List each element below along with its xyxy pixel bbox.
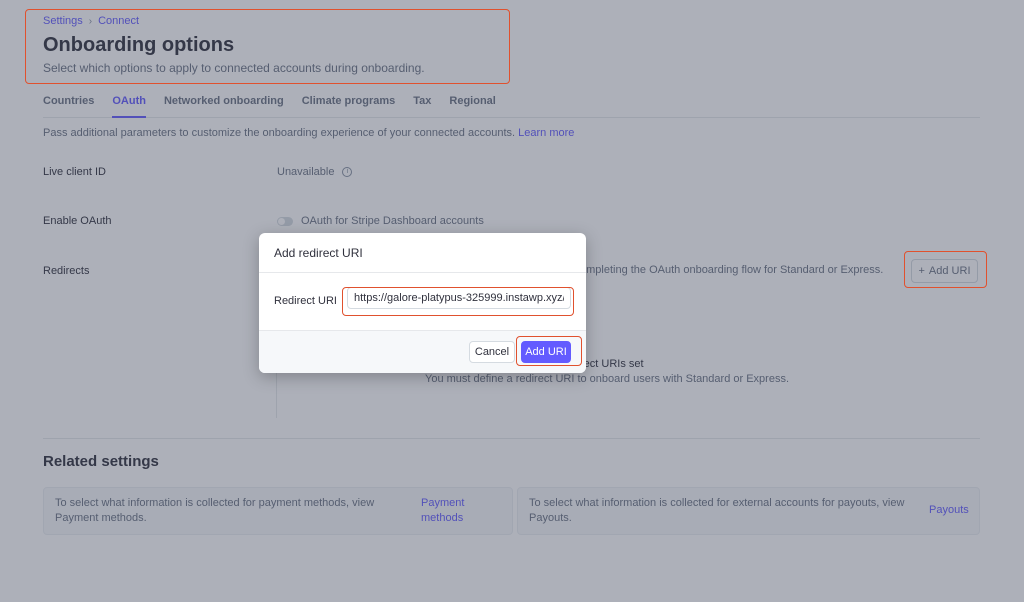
- highlight-page-header: [25, 9, 510, 84]
- highlight-add-uri: [904, 251, 987, 288]
- dialog-title: Add redirect URI: [259, 233, 586, 273]
- redirect-uri-label: Redirect URI: [274, 295, 337, 307]
- highlight-submit-button: [516, 336, 582, 366]
- cancel-button[interactable]: Cancel: [469, 341, 515, 363]
- highlight-redirect-input: [342, 287, 574, 316]
